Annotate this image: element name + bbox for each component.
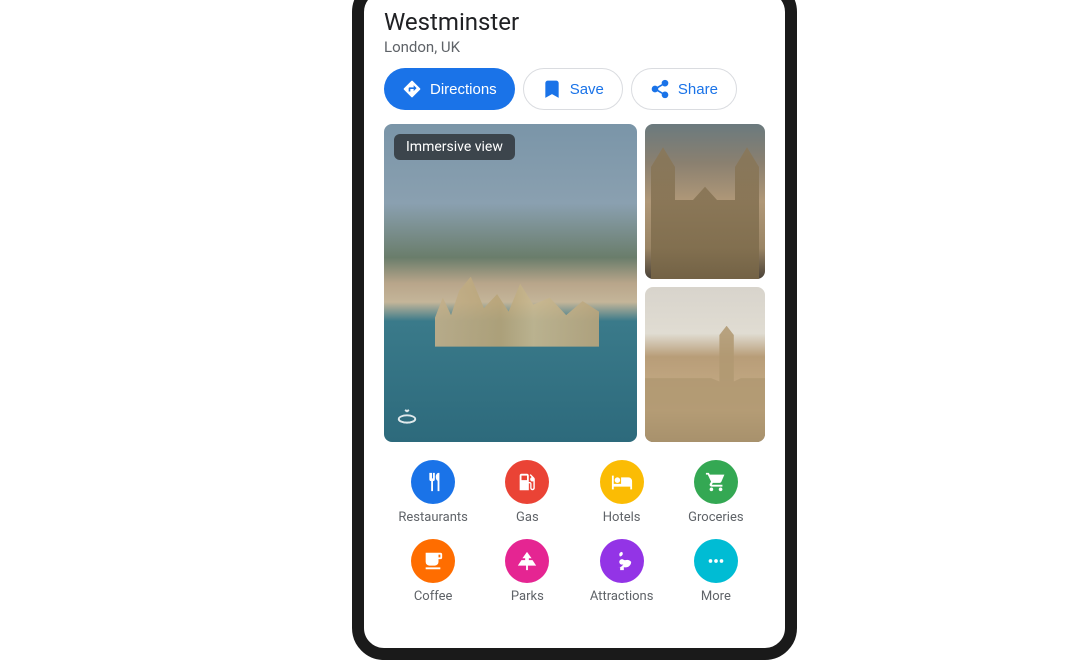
category-label: Attractions	[590, 589, 654, 604]
category-groceries[interactable]: Groceries	[669, 460, 763, 525]
photo-thumbnail-1[interactable]	[645, 124, 765, 279]
photo-grid: Immersive view	[384, 124, 765, 442]
photo-illustration	[435, 277, 599, 347]
attractions-icon	[600, 539, 644, 583]
category-label: Gas	[516, 510, 539, 525]
parks-icon	[505, 539, 549, 583]
hotel-icon	[600, 460, 644, 504]
share-button[interactable]: Share	[631, 68, 737, 110]
category-label: Parks	[511, 589, 544, 604]
category-parks[interactable]: Parks	[480, 539, 574, 604]
category-label: Groceries	[688, 510, 743, 525]
more-icon	[694, 539, 738, 583]
category-restaurants[interactable]: Restaurants	[386, 460, 480, 525]
gas-icon	[505, 460, 549, 504]
save-label: Save	[570, 81, 604, 98]
share-icon	[650, 79, 670, 99]
photo-illustration	[645, 326, 765, 442]
category-label: Hotels	[603, 510, 641, 525]
place-sheet: Westminster London, UK Directions Save S…	[364, 0, 785, 648]
category-label: More	[701, 589, 731, 604]
category-grid: Restaurants Gas Hotels Groceries Coffee Parks…	[384, 460, 765, 604]
groceries-icon	[694, 460, 738, 504]
coffee-icon	[411, 539, 455, 583]
place-subtitle: London, UK	[384, 38, 765, 56]
immersive-view-badge: Immersive view	[394, 134, 515, 160]
share-label: Share	[678, 81, 718, 98]
phone-frame: Westminster London, UK Directions Save S…	[352, 0, 797, 660]
restaurant-icon	[411, 460, 455, 504]
action-row: Directions Save Share	[384, 68, 765, 110]
category-more[interactable]: More	[669, 539, 763, 604]
category-hotels[interactable]: Hotels	[575, 460, 669, 525]
photo-column	[645, 124, 765, 442]
directions-button[interactable]: Directions	[384, 68, 515, 110]
save-button[interactable]: Save	[523, 68, 623, 110]
directions-icon	[402, 79, 422, 99]
photo-immersive-view[interactable]: Immersive view	[384, 124, 637, 442]
rotate-3d-icon	[396, 408, 418, 430]
bookmark-icon	[542, 79, 562, 99]
category-coffee[interactable]: Coffee	[386, 539, 480, 604]
category-label: Coffee	[414, 589, 453, 604]
place-title: Westminster	[384, 8, 765, 36]
category-gas[interactable]: Gas	[480, 460, 574, 525]
category-attractions[interactable]: Attractions	[575, 539, 669, 604]
photo-thumbnail-2[interactable]	[645, 287, 765, 442]
photo-illustration	[645, 147, 765, 279]
category-label: Restaurants	[398, 510, 467, 525]
directions-label: Directions	[430, 81, 497, 98]
